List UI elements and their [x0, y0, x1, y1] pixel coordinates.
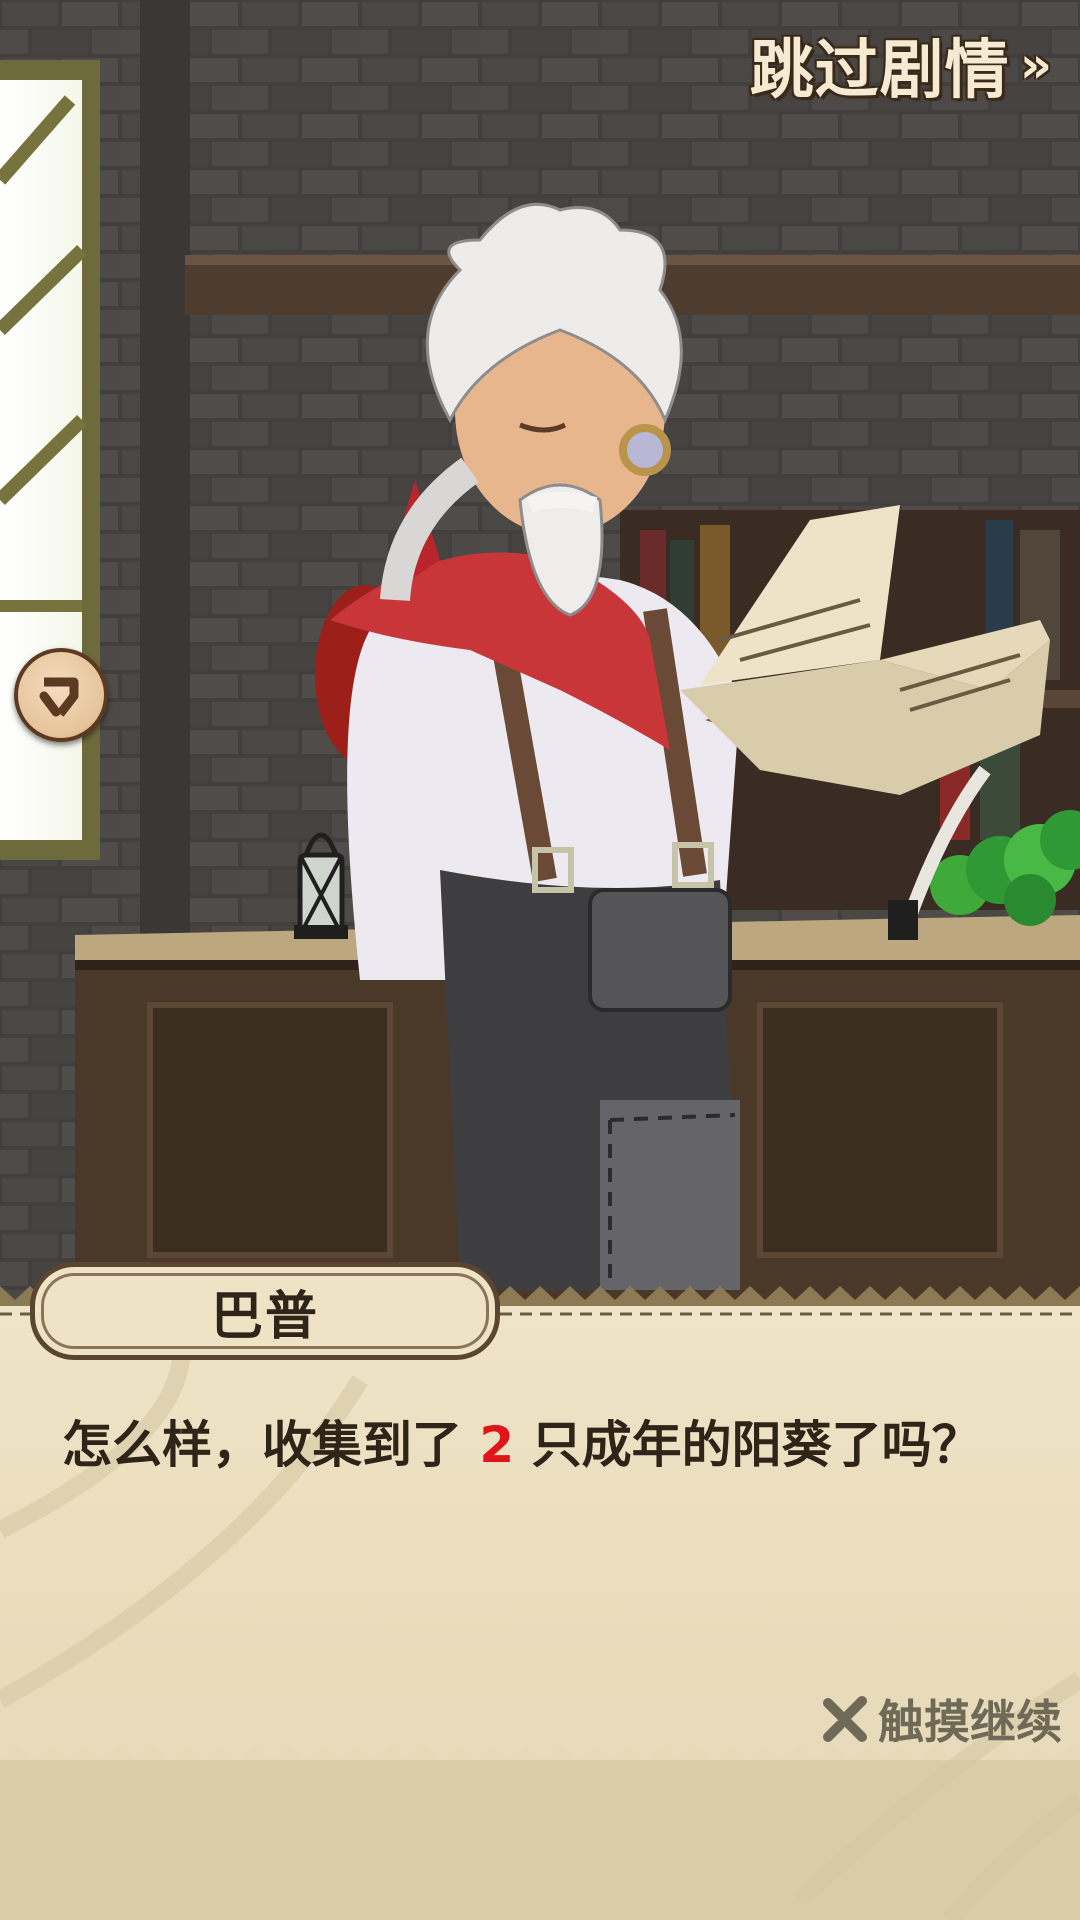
dialog-panel: [0, 1286, 1080, 1920]
side-menu-button[interactable]: [14, 648, 108, 742]
return-arrow-icon: [39, 677, 79, 717]
story-scene-background: [0, 0, 1080, 1920]
dialog-highlight-count: 2: [479, 1416, 515, 1474]
tap-to-continue-label: 触摸继续: [878, 1695, 1062, 1749]
dialog-text-before: 怎么样，收集到了: [62, 1416, 480, 1474]
speaker-name-plate: 巴普: [30, 1262, 500, 1360]
crossed-tools-icon: [823, 1696, 867, 1742]
skip-story-label: 跳过剧情: [749, 34, 1010, 108]
dialog-line: 怎么样，收集到了 2 只成年的阳葵了吗？: [62, 1405, 1022, 1477]
speaker-name: 巴普: [210, 1286, 319, 1347]
dialog-text-after: 只成年的阳葵了吗？: [514, 1416, 982, 1474]
tap-to-continue-hint[interactable]: 触摸继续: [822, 1686, 1062, 1752]
skip-story-button[interactable]: 跳过剧情 »: [750, 24, 1052, 108]
double-chevron-right-icon: »: [1019, 36, 1052, 94]
